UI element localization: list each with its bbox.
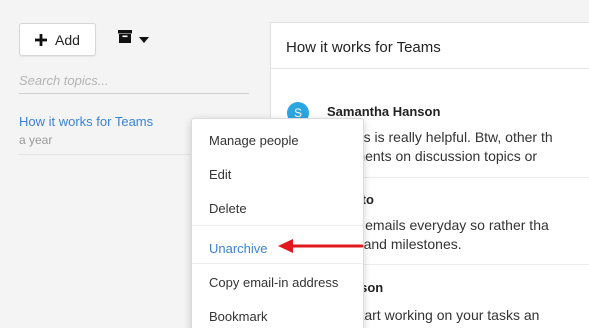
menu-item-unarchive[interactable]: Unarchive: [209, 241, 268, 256]
menu-divider: [192, 263, 363, 264]
caret-down-icon: [139, 30, 149, 48]
archive-filter-dropdown[interactable]: [118, 30, 158, 48]
menu-item-delete[interactable]: Delete: [209, 201, 247, 216]
comment-author: Samantha Hanson: [327, 104, 441, 119]
menu-item-copy-email-in-address[interactable]: Copy email-in address: [209, 275, 338, 290]
archive-box-icon: [118, 30, 132, 48]
topic-context-menu: Manage people Edit Delete Unarchive Copy…: [191, 118, 364, 328]
panel-title: How it works for Teams: [271, 23, 589, 69]
search-topics-input[interactable]: [19, 68, 249, 94]
plus-icon: [35, 33, 48, 46]
add-button[interactable]: Add: [19, 23, 96, 56]
add-button-label: Add: [55, 31, 80, 48]
menu-item-bookmark[interactable]: Bookmark: [209, 309, 268, 324]
menu-item-manage-people[interactable]: Manage people: [209, 133, 299, 148]
menu-divider: [192, 225, 363, 226]
menu-item-edit[interactable]: Edit: [209, 167, 231, 182]
annotation-arrow-icon: [276, 236, 366, 261]
